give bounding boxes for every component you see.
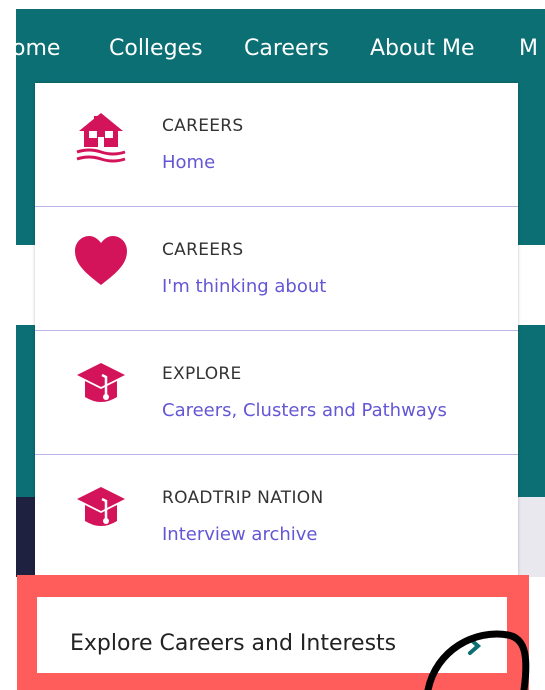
page-background-band <box>518 325 545 497</box>
menu-item-explore-careers[interactable]: EXPLORE Careers, Clusters and Pathways <box>35 331 518 455</box>
menu-item-careers-home[interactable]: CAREERS Home <box>35 83 518 207</box>
nav-item-colleges[interactable]: Colleges <box>109 35 203 63</box>
nav-item-careers[interactable]: Careers <box>244 35 329 63</box>
annotation-circle-mark <box>424 630 530 690</box>
menu-item-kicker: CAREERS <box>162 240 244 260</box>
menu-item-link[interactable]: Careers, Clusters and Pathways <box>162 400 447 421</box>
heart-icon <box>75 236 127 285</box>
menu-item-roadtrip-nation[interactable]: ROADTRIP NATION Interview archive <box>35 455 518 579</box>
nav-item-more[interactable]: M <box>519 35 538 63</box>
menu-item-kicker: ROADTRIP NATION <box>162 488 324 508</box>
main-navbar: ome Colleges Careers About Me M <box>16 9 545 83</box>
menu-item-link[interactable]: I'm thinking about <box>162 276 326 297</box>
careers-dropdown-menu: CAREERS Home CAREERS I'm thinking about … <box>35 83 518 583</box>
menu-item-link[interactable]: Interview archive <box>162 524 318 545</box>
menu-item-kicker: CAREERS <box>162 116 244 136</box>
nav-item-about-me[interactable]: About Me <box>370 35 475 63</box>
graduation-cap-icon <box>77 363 125 402</box>
house-icon <box>76 113 126 163</box>
page-background-band <box>518 497 545 577</box>
page-background-band <box>518 83 545 245</box>
explore-label: Explore Careers and Interests <box>70 631 397 656</box>
page-background-band <box>518 245 545 325</box>
nav-item-home[interactable]: ome <box>16 35 60 63</box>
menu-item-link[interactable]: Home <box>162 152 215 173</box>
menu-item-careers-thinking-about[interactable]: CAREERS I'm thinking about <box>35 207 518 331</box>
graduation-cap-icon <box>77 487 125 526</box>
menu-item-kicker: EXPLORE <box>162 364 242 384</box>
